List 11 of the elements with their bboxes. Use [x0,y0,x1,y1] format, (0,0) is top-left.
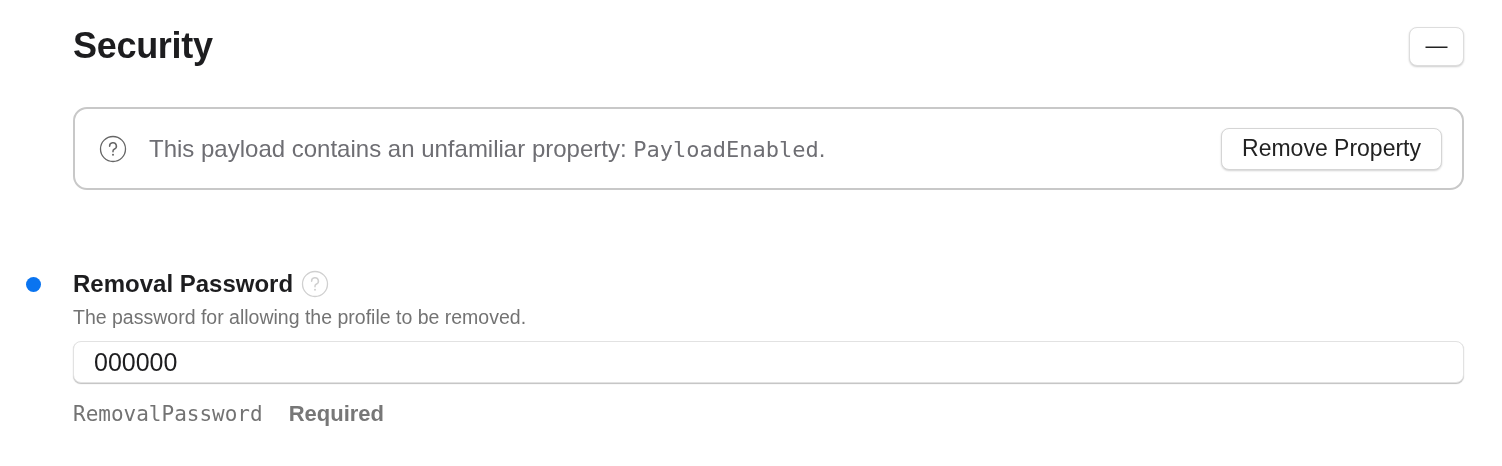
help-icon [301,270,330,298]
field-description: The password for allowing the profile to be removed. [73,306,528,329]
help-icon [99,134,127,163]
collapse-button[interactable]: — [1409,26,1464,66]
notice-text: This payload contains an unfamiliar property: PayloadEnabled. [149,134,827,163]
requirement-label: Required [288,401,384,427]
password-field[interactable]: 000000 [73,341,1464,383]
section-title: Security [73,25,213,67]
field-label: Removal Password [73,270,294,298]
field-key: RemovalPassword [73,402,263,426]
remove-property-button[interactable]: Remove Property [1221,127,1442,170]
